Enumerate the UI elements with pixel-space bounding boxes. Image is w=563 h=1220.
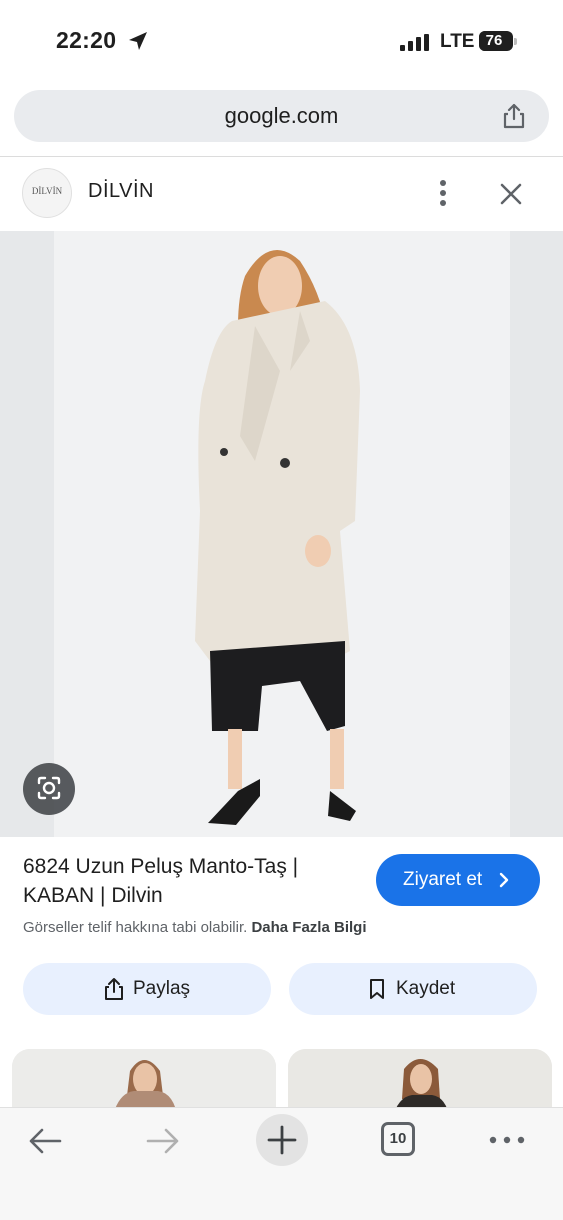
battery-level: 76 [485, 32, 503, 49]
share-button[interactable]: Paylaş [23, 963, 271, 1015]
more-vert-icon[interactable] [430, 178, 456, 208]
result-title[interactable]: 6824 Uzun Peluş Manto-Taş | KABAN | Dilv… [23, 852, 353, 910]
signal-icon [400, 34, 429, 51]
chevron-right-icon [499, 872, 509, 888]
copyright-text: Görseller telif hakkına tabi olabilir. [23, 919, 248, 936]
plus-icon [267, 1125, 297, 1155]
more-horiz-icon[interactable] [488, 1130, 526, 1150]
product-image[interactable] [0, 231, 563, 837]
status-bar: 22:20 LTE 76 [0, 0, 563, 80]
forward-arrow-icon[interactable] [145, 1126, 181, 1156]
lens-button[interactable] [23, 763, 75, 815]
battery-indicator: 76 [479, 31, 517, 51]
source-name[interactable]: DİLVİN [88, 180, 154, 203]
lens-icon [37, 776, 61, 800]
tabs-icon[interactable]: 10 [381, 1122, 415, 1156]
close-icon[interactable] [497, 180, 525, 208]
save-button[interactable]: Kaydet [289, 963, 537, 1015]
network-type: LTE [440, 31, 475, 52]
location-arrow-icon [129, 32, 147, 50]
status-time: 22:20 [56, 27, 117, 53]
divider [0, 156, 563, 157]
bookmark-icon [370, 979, 384, 999]
bottom-toolbar: 10 [0, 1107, 563, 1220]
share-button-label: Paylaş [133, 978, 191, 999]
visit-button-label: Ziyaret et [403, 869, 483, 890]
product-photo [0, 231, 563, 837]
save-button-label: Kaydet [396, 978, 456, 999]
share-icon[interactable] [500, 102, 528, 130]
share-icon [105, 978, 123, 1000]
address-bar[interactable]: google.com [14, 90, 549, 142]
new-tab-button[interactable] [256, 1114, 308, 1166]
copyright-notice: Görseller telif hakkına tabi olabilir. D… [23, 919, 366, 936]
visit-button[interactable]: Ziyaret et [376, 854, 540, 906]
back-arrow-icon[interactable] [27, 1126, 63, 1156]
url-text[interactable]: google.com [14, 103, 549, 129]
more-info-link[interactable]: Daha Fazla Bilgi [251, 919, 366, 936]
tab-count: 10 [389, 1130, 407, 1147]
source-logo-text: DİLVİN [31, 186, 63, 196]
source-logo[interactable]: DİLVİN [22, 168, 72, 218]
